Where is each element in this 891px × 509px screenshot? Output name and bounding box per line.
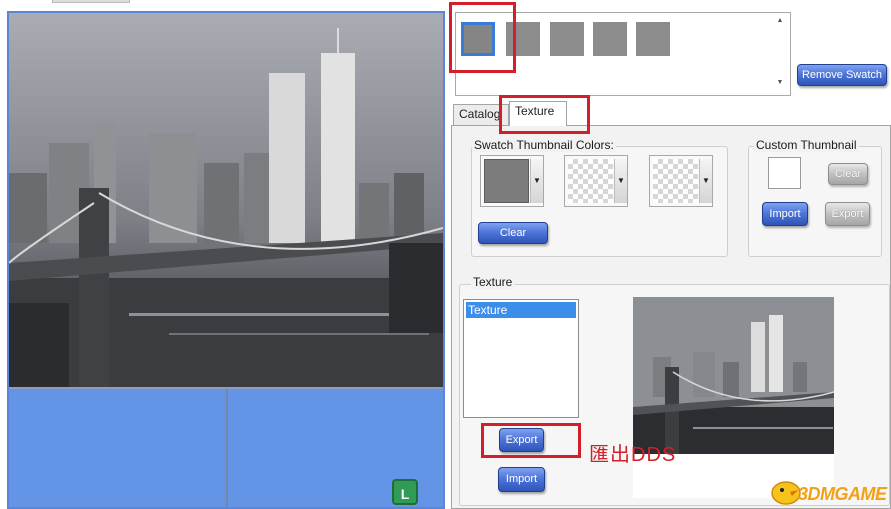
thumbnail-color-picker-1[interactable]: ▼ [480,155,544,207]
import-thumbnail-button[interactable]: Import [762,202,808,226]
swatch-item-3[interactable] [550,22,584,56]
tab-texture[interactable]: Texture [509,101,567,126]
chevron-down-icon[interactable]: ▼ [614,159,627,203]
export-thumbnail-button[interactable]: Export [825,202,870,226]
skyline-illustration [9,13,443,387]
custom-thumbnail-preview [768,157,801,189]
top-tab-remnant[interactable] [52,0,130,3]
highlight-export-button [481,423,581,458]
texture-group-title: Texture [471,275,515,289]
thumbnail-color-picker-2[interactable]: ▼ [564,155,628,207]
3d-viewport[interactable]: L [7,11,445,509]
texture-skyline-illustration [633,297,834,454]
clear-thumbnail-button[interactable]: Clear [828,163,868,185]
remove-swatch-button[interactable]: Remove Swatch [797,64,887,86]
import-texture-button[interactable]: Import [498,467,545,492]
texture-list-item[interactable]: Texture [466,302,576,318]
swatch-thumbnail-colors-title: Swatch Thumbnail Colors: [472,138,616,152]
texture-list[interactable]: Texture [463,299,579,418]
clear-colors-button[interactable]: Clear [478,222,548,244]
swatch-item-5[interactable] [636,22,670,56]
viewport-divider-vertical[interactable] [226,389,228,507]
highlight-selected-swatch [449,2,516,73]
chevron-down-icon[interactable]: ▼ [530,159,543,203]
texture-preview-image [633,297,834,454]
color-preview-gray [484,159,529,203]
viewport-corner-badge[interactable]: L [392,479,418,505]
color-preview-transparent [568,159,613,203]
chevron-down-icon[interactable]: ▼ [699,159,712,203]
color-preview-transparent [653,159,698,203]
swatch-item-4[interactable] [593,22,627,56]
viewport-skyline-image [9,13,443,387]
custom-thumbnail-title: Custom Thumbnail [754,138,859,152]
annotation-export-dds: 匯出DDS [589,444,677,466]
scroll-up-arrow-icon[interactable]: ▲ [774,17,786,29]
scroll-down-arrow-icon[interactable]: ▼ [774,79,786,91]
watermark-logo: 3DMGAME [798,484,887,504]
thumbnail-color-picker-3[interactable]: ▼ [649,155,713,207]
